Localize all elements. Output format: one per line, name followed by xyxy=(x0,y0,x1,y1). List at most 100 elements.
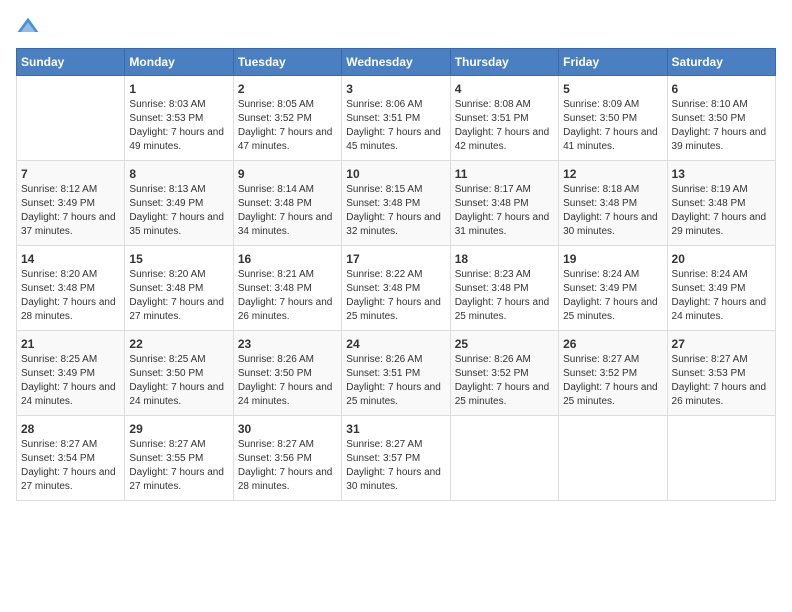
cell-daylight: Daylight: 7 hours and 49 minutes. xyxy=(129,126,228,154)
calendar-cell: 11Sunrise: 8:17 AMSunset: 3:48 PMDayligh… xyxy=(450,161,558,246)
cell-sunrise: Sunrise: 8:22 AM xyxy=(346,268,445,282)
cell-daylight: Daylight: 7 hours and 41 minutes. xyxy=(563,126,662,154)
calendar-cell: 8 Sunrise: 8:13 AMSunset: 3:49 PMDaylight… xyxy=(125,161,233,246)
cell-sunset: Sunset: 3:50 PM xyxy=(563,112,662,126)
cell-daylight: Daylight: 7 hours and 25 minutes. xyxy=(455,296,554,324)
cell-daylight: Daylight: 7 hours and 25 minutes. xyxy=(563,296,662,324)
calendar-cell: 27 Sunrise: 8:27 AMSunset: 3:53 PMDayligh… xyxy=(667,331,775,416)
cell-date: 9 xyxy=(238,167,337,181)
calendar-table: SundayMondayTuesdayWednesdayThursdayFrid… xyxy=(16,48,776,501)
cell-sunset: Sunset: 3:49 PM xyxy=(563,282,662,296)
calendar-cell: 19 Sunrise: 8:24 AMSunset: 3:49 PMDayligh… xyxy=(559,246,667,331)
calendar-cell: 29Sunrise: 8:27 AMSunset: 3:55 PMDayligh… xyxy=(125,416,233,501)
calendar-cell: 18Sunrise: 8:23 AMSunset: 3:48 PMDayligh… xyxy=(450,246,558,331)
cell-sunset: Sunset: 3:57 PM xyxy=(346,452,445,466)
cell-date: 3 xyxy=(346,82,445,96)
calendar-cell: 10Sunrise: 8:15 AMSunset: 3:48 PMDayligh… xyxy=(342,161,450,246)
cell-date: 20 xyxy=(672,252,771,266)
logo xyxy=(16,16,44,40)
cell-date: 17 xyxy=(346,252,445,266)
cell-sunrise: Sunrise: 8:24 AM xyxy=(563,268,662,282)
cell-date: 19 xyxy=(563,252,662,266)
calendar-cell: 17Sunrise: 8:22 AMSunset: 3:48 PMDayligh… xyxy=(342,246,450,331)
cell-sunrise: Sunrise: 8:27 AM xyxy=(563,353,662,367)
cell-daylight: Daylight: 7 hours and 28 minutes. xyxy=(21,296,120,324)
cell-daylight: Daylight: 7 hours and 25 minutes. xyxy=(563,381,662,409)
header-day-friday: Friday xyxy=(559,49,667,76)
cell-daylight: Daylight: 7 hours and 27 minutes. xyxy=(21,466,120,494)
calendar-cell: 23Sunrise: 8:26 AMSunset: 3:50 PMDayligh… xyxy=(233,331,341,416)
header-day-sunday: Sunday xyxy=(17,49,125,76)
cell-daylight: Daylight: 7 hours and 24 minutes. xyxy=(129,381,228,409)
cell-date: 29 xyxy=(129,422,228,436)
cell-daylight: Daylight: 7 hours and 42 minutes. xyxy=(455,126,554,154)
cell-sunrise: Sunrise: 8:20 AM xyxy=(129,268,228,282)
cell-daylight: Daylight: 7 hours and 25 minutes. xyxy=(455,381,554,409)
calendar-header-row: SundayMondayTuesdayWednesdayThursdayFrid… xyxy=(17,49,776,76)
cell-daylight: Daylight: 7 hours and 30 minutes. xyxy=(563,211,662,239)
cell-daylight: Daylight: 7 hours and 28 minutes. xyxy=(238,466,337,494)
cell-sunrise: Sunrise: 8:13 AM xyxy=(129,183,228,197)
cell-daylight: Daylight: 7 hours and 24 minutes. xyxy=(21,381,120,409)
cell-sunrise: Sunrise: 8:25 AM xyxy=(129,353,228,367)
calendar-week-row: 14Sunrise: 8:20 AMSunset: 3:48 PMDayligh… xyxy=(17,246,776,331)
calendar-cell: 20Sunrise: 8:24 AMSunset: 3:49 PMDayligh… xyxy=(667,246,775,331)
cell-daylight: Daylight: 7 hours and 47 minutes. xyxy=(238,126,337,154)
calendar-cell: 13Sunrise: 8:19 AMSunset: 3:48 PMDayligh… xyxy=(667,161,775,246)
calendar-cell: 2 Sunrise: 8:05 AMSunset: 3:52 PMDaylight… xyxy=(233,76,341,161)
cell-sunrise: Sunrise: 8:26 AM xyxy=(238,353,337,367)
cell-date: 7 xyxy=(21,167,120,181)
cell-sunrise: Sunrise: 8:27 AM xyxy=(672,353,771,367)
calendar-cell xyxy=(17,76,125,161)
cell-sunrise: Sunrise: 8:21 AM xyxy=(238,268,337,282)
cell-sunrise: Sunrise: 8:05 AM xyxy=(238,98,337,112)
cell-sunset: Sunset: 3:53 PM xyxy=(672,367,771,381)
cell-sunset: Sunset: 3:48 PM xyxy=(672,197,771,211)
header-day-thursday: Thursday xyxy=(450,49,558,76)
cell-sunset: Sunset: 3:48 PM xyxy=(238,197,337,211)
cell-sunrise: Sunrise: 8:09 AM xyxy=(563,98,662,112)
cell-date: 2 xyxy=(238,82,337,96)
cell-sunset: Sunset: 3:49 PM xyxy=(129,197,228,211)
cell-date: 5 xyxy=(563,82,662,96)
calendar-cell: 15Sunrise: 8:20 AMSunset: 3:48 PMDayligh… xyxy=(125,246,233,331)
cell-daylight: Daylight: 7 hours and 34 minutes. xyxy=(238,211,337,239)
cell-sunset: Sunset: 3:48 PM xyxy=(346,282,445,296)
header-day-tuesday: Tuesday xyxy=(233,49,341,76)
cell-date: 25 xyxy=(455,337,554,351)
calendar-cell: 30Sunrise: 8:27 AMSunset: 3:56 PMDayligh… xyxy=(233,416,341,501)
cell-daylight: Daylight: 7 hours and 25 minutes. xyxy=(346,381,445,409)
calendar-cell: 9Sunrise: 8:14 AMSunset: 3:48 PMDaylight… xyxy=(233,161,341,246)
cell-date: 8 xyxy=(129,167,228,181)
cell-sunset: Sunset: 3:48 PM xyxy=(129,282,228,296)
cell-sunrise: Sunrise: 8:06 AM xyxy=(346,98,445,112)
cell-sunrise: Sunrise: 8:08 AM xyxy=(455,98,554,112)
calendar-cell: 4Sunrise: 8:08 AMSunset: 3:51 PMDaylight… xyxy=(450,76,558,161)
cell-date: 1 xyxy=(129,82,228,96)
cell-sunrise: Sunrise: 8:27 AM xyxy=(21,438,120,452)
calendar-cell: 6Sunrise: 8:10 AMSunset: 3:50 PMDaylight… xyxy=(667,76,775,161)
cell-date: 28 xyxy=(21,422,120,436)
cell-daylight: Daylight: 7 hours and 45 minutes. xyxy=(346,126,445,154)
logo-icon xyxy=(16,16,40,40)
cell-daylight: Daylight: 7 hours and 35 minutes. xyxy=(129,211,228,239)
cell-sunset: Sunset: 3:49 PM xyxy=(21,367,120,381)
cell-sunrise: Sunrise: 8:18 AM xyxy=(563,183,662,197)
cell-daylight: Daylight: 7 hours and 39 minutes. xyxy=(672,126,771,154)
cell-daylight: Daylight: 7 hours and 26 minutes. xyxy=(672,381,771,409)
calendar-cell: 12Sunrise: 8:18 AMSunset: 3:48 PMDayligh… xyxy=(559,161,667,246)
calendar-cell: 3 Sunrise: 8:06 AMSunset: 3:51 PMDaylight… xyxy=(342,76,450,161)
cell-sunset: Sunset: 3:51 PM xyxy=(346,367,445,381)
cell-daylight: Daylight: 7 hours and 26 minutes. xyxy=(238,296,337,324)
cell-sunset: Sunset: 3:48 PM xyxy=(455,282,554,296)
cell-daylight: Daylight: 7 hours and 27 minutes. xyxy=(129,466,228,494)
cell-date: 6 xyxy=(672,82,771,96)
cell-date: 15 xyxy=(129,252,228,266)
cell-sunset: Sunset: 3:52 PM xyxy=(238,112,337,126)
cell-sunset: Sunset: 3:48 PM xyxy=(455,197,554,211)
cell-sunrise: Sunrise: 8:25 AM xyxy=(21,353,120,367)
cell-date: 21 xyxy=(21,337,120,351)
cell-sunset: Sunset: 3:51 PM xyxy=(346,112,445,126)
header-day-monday: Monday xyxy=(125,49,233,76)
cell-date: 27 xyxy=(672,337,771,351)
